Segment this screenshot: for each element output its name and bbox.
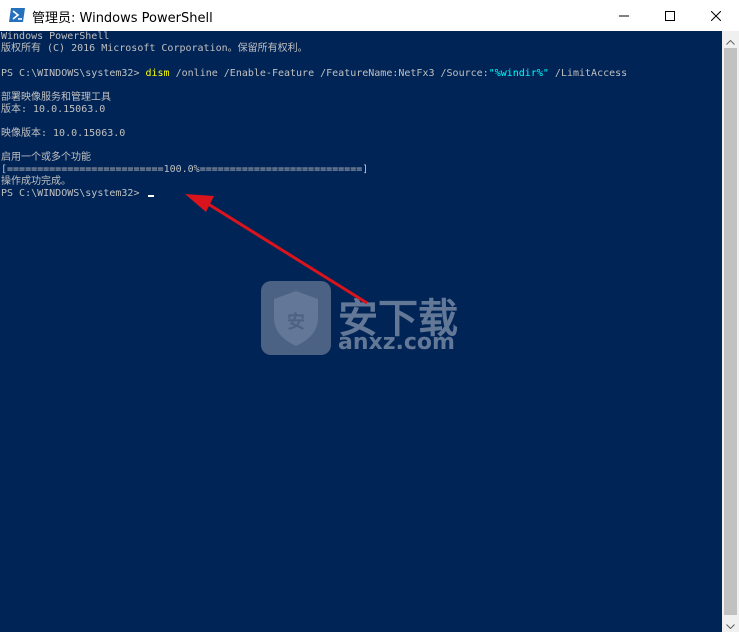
success-line: 操作成功完成。 [1,176,71,187]
prompt: PS C:\WINDOWS\system32> [1,188,146,199]
prompt-line[interactable]: PS C:\WINDOWS\system32> [1,188,154,200]
header-line: Windows PowerShell [1,31,110,42]
close-icon [711,10,721,21]
enable-features-line: 启用一个或多个功能 [1,152,91,163]
vertical-scrollbar[interactable] [722,31,739,632]
scrollbar-thumb[interactable] [724,48,737,615]
tool-version-line: 版本: 10.0.15063.0 [1,104,106,115]
command-name: dism [145,68,170,79]
maximize-icon [665,10,675,21]
progress-left: [========================== [1,164,164,175]
scroll-down-arrow-icon [726,614,735,633]
prompt: PS C:\WINDOWS\system32> [1,68,146,79]
tool-name-line: 部署映像服务和管理工具 [1,92,111,103]
title-bar[interactable]: 管理员: Windows PowerShell [0,0,739,31]
command-args: /online /Enable-Feature /FeatureName:Net… [169,68,489,79]
command-source-value: "%windir%" [488,68,549,79]
close-button[interactable] [693,0,739,31]
progress-right: ===========================] [199,164,369,175]
maximize-button[interactable] [647,0,693,31]
minimize-button[interactable] [601,0,647,31]
progress-percent: 100.0% [163,164,200,175]
watermark-url: anxz.com [338,330,455,355]
image-version-line: 映像版本: 10.0.15063.0 [1,128,126,139]
window-title: 管理员: Windows PowerShell [32,11,213,26]
powershell-icon[interactable] [8,7,26,23]
scroll-down-button[interactable] [722,615,739,632]
scroll-up-arrow-icon [726,30,735,49]
scroll-up-button[interactable] [722,31,739,48]
text-cursor [147,195,154,197]
progress-bar: [==========================100.0%=======… [1,164,368,176]
copyright-line: 版权所有 (C) 2016 Microsoft Corporation。保留所有… [1,43,308,54]
command-line: PS C:\WINDOWS\system32> dism /online /En… [1,68,627,80]
minimize-icon [619,11,629,21]
command-tail: /LimitAccess [548,68,628,79]
powershell-window: 管理员: Windows PowerShell Windows PowerShe… [0,0,739,632]
